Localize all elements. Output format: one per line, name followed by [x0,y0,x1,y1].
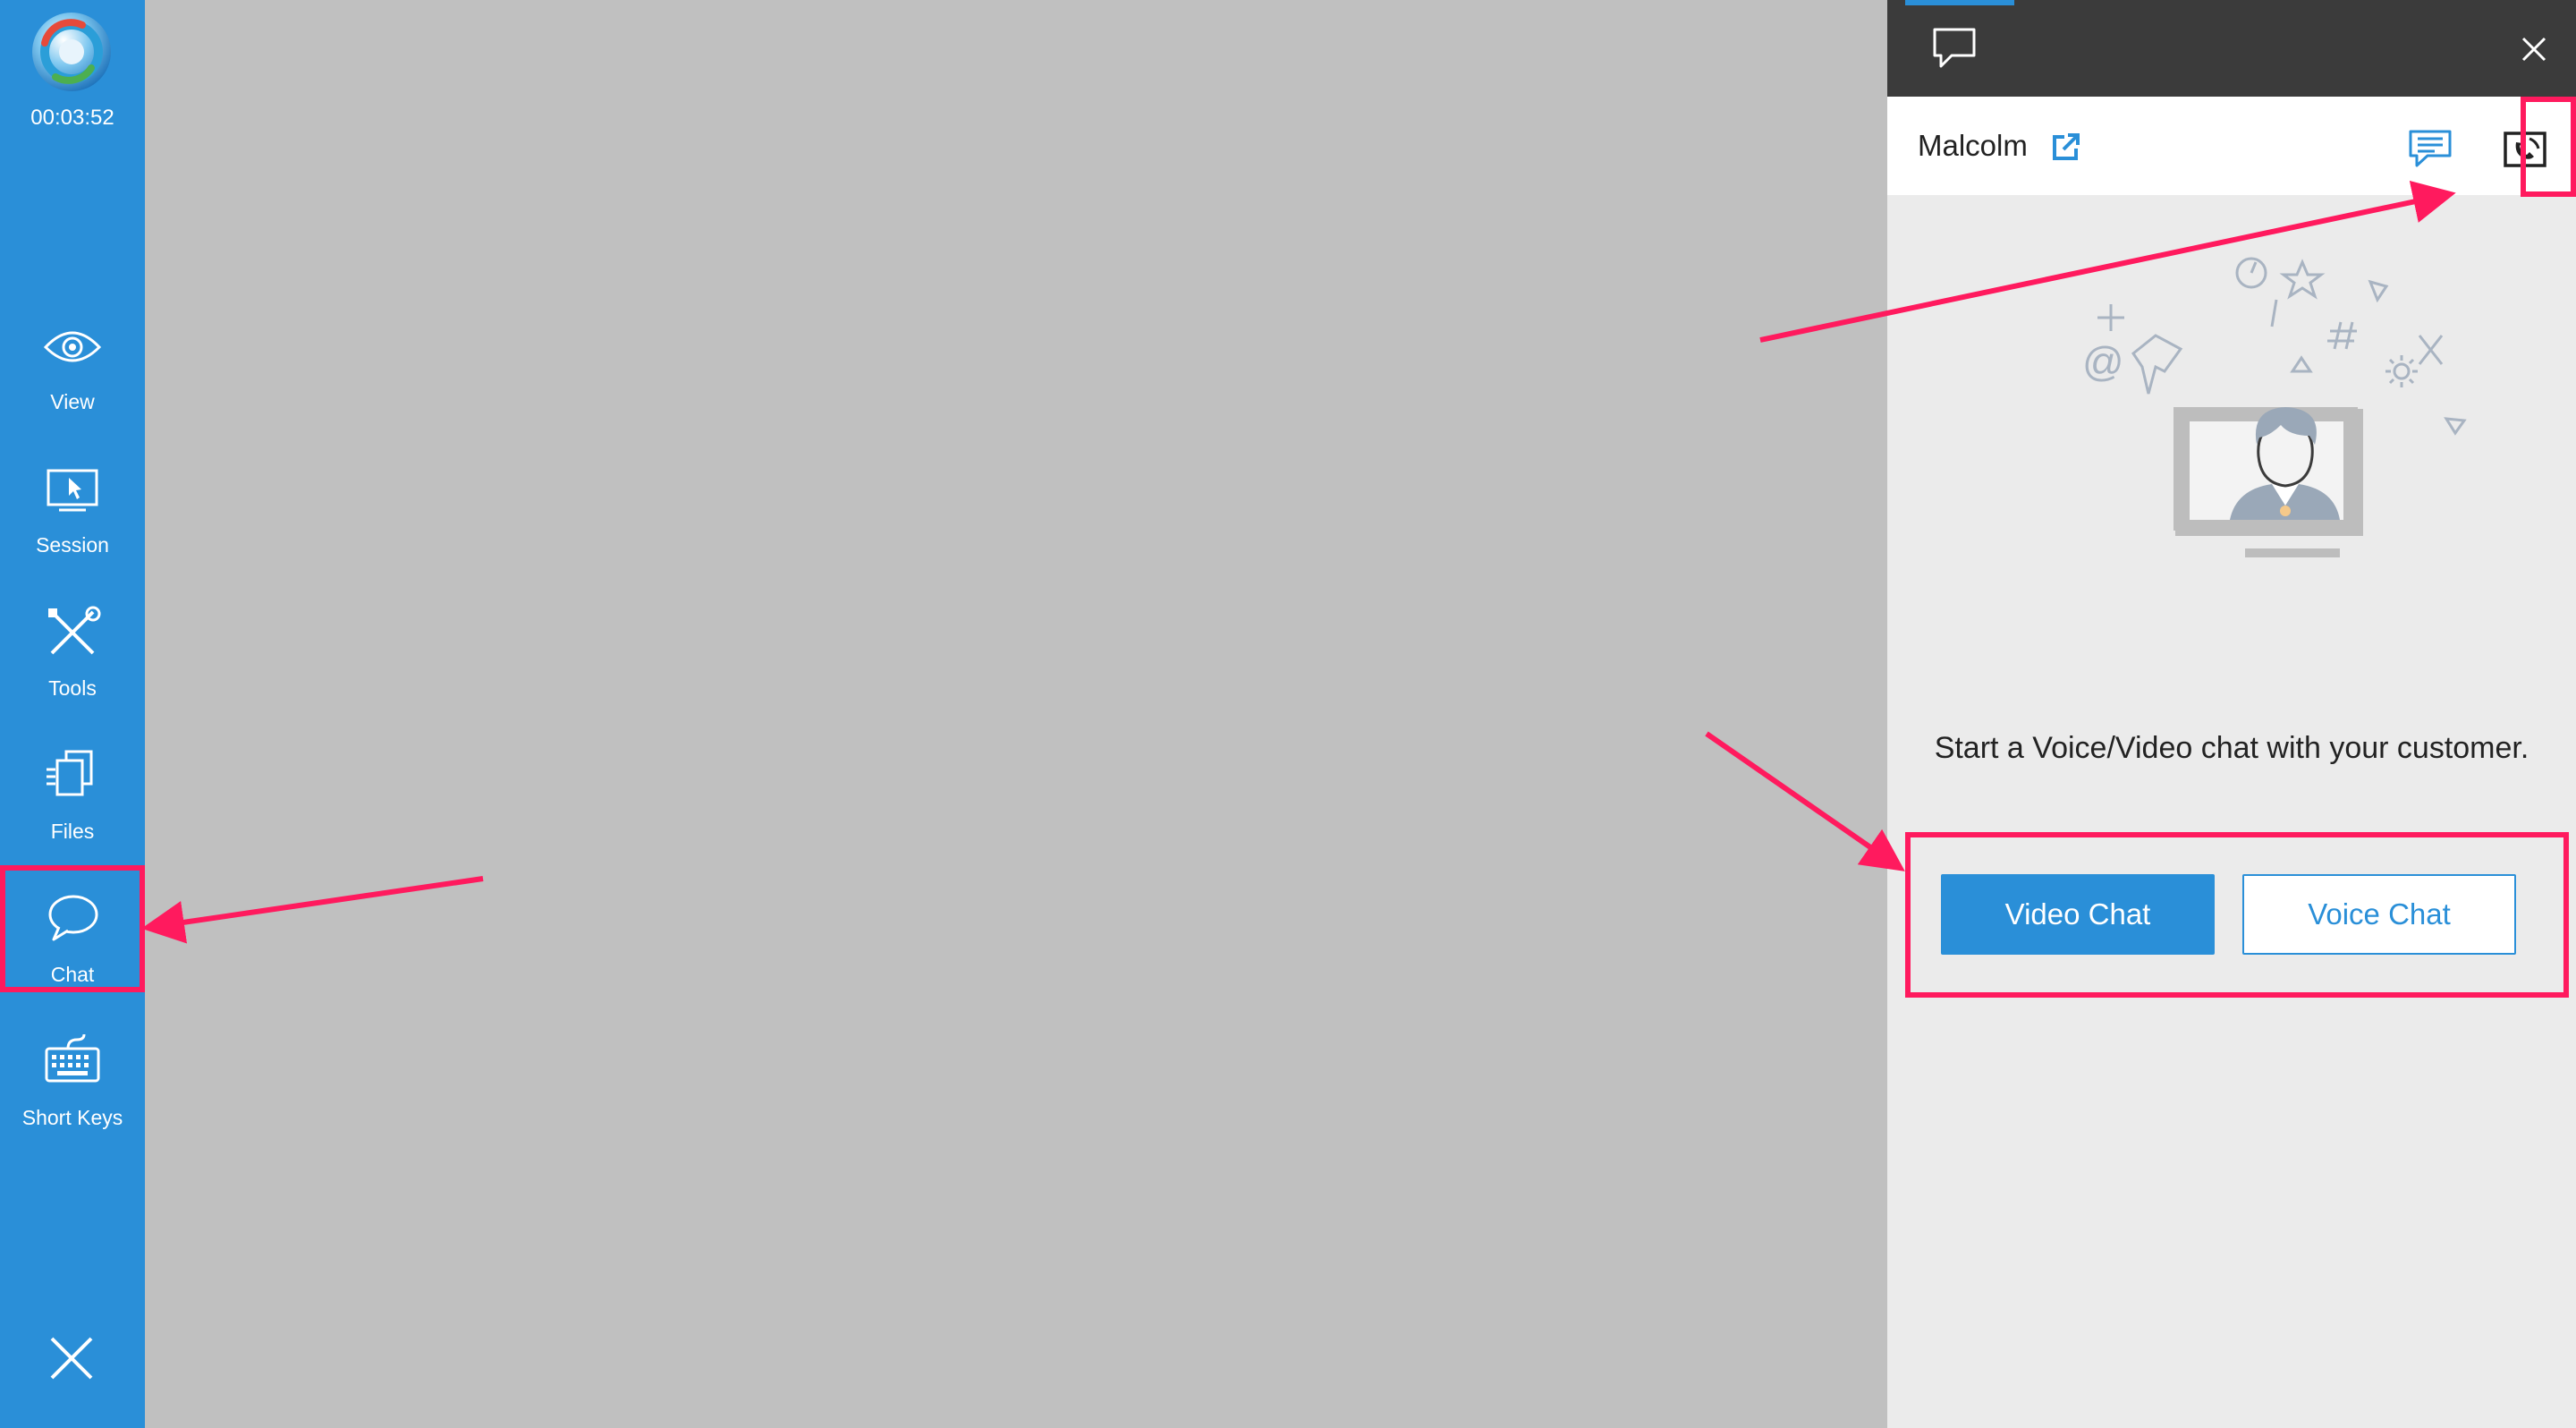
annotation-arrows [141,180,2456,944]
arrow-to-chat-buttons [1705,731,1905,871]
arrow-to-chat-nav [141,876,484,944]
arrow-to-call-icon [1759,180,2456,343]
